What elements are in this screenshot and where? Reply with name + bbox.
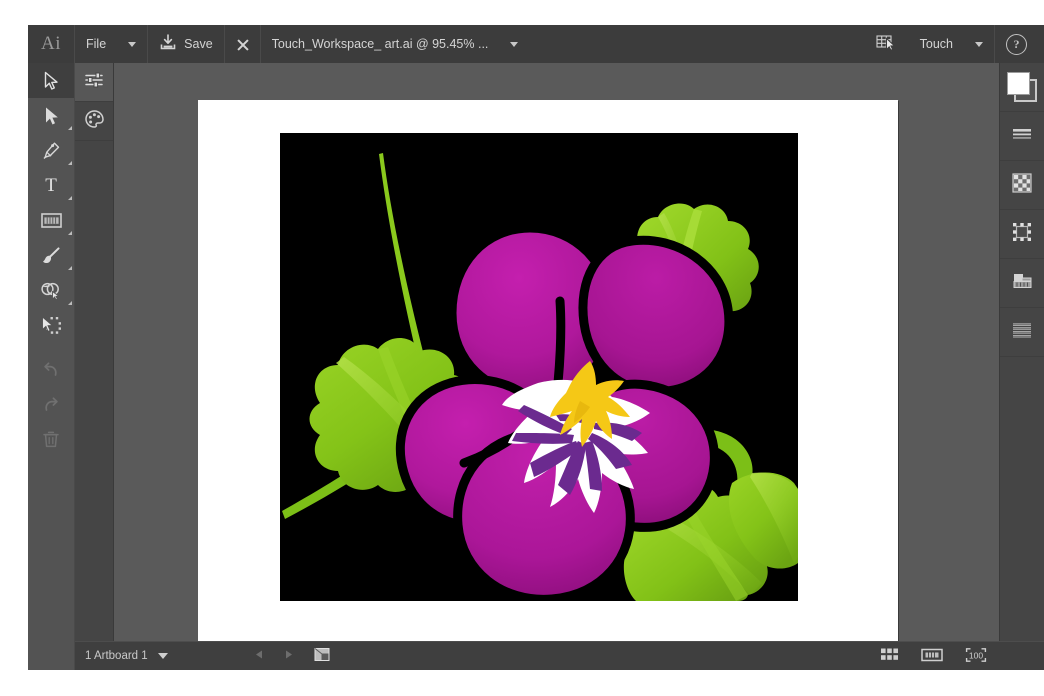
fill-swatch[interactable] xyxy=(1007,72,1030,95)
app-logo: Ai xyxy=(41,33,61,54)
help-button[interactable]: ? xyxy=(995,25,1038,63)
pen-tool[interactable] xyxy=(28,133,74,168)
undo-arrow-icon xyxy=(41,360,61,379)
layers-icon xyxy=(1011,271,1033,296)
stroke-lines-icon xyxy=(1011,126,1033,147)
workspace-caret-button[interactable] xyxy=(964,25,994,63)
trash-icon xyxy=(42,430,60,449)
previous-artboard-button[interactable] xyxy=(245,649,274,663)
transparency-panel-button[interactable] xyxy=(1000,161,1044,210)
artboard-label: 1 Artboard 1 xyxy=(85,650,148,662)
document-title: Touch_Workspace_ art.ai @ 95.45% ... xyxy=(271,37,489,51)
tool-flyout-icon xyxy=(68,301,72,305)
type-icon: T xyxy=(45,175,57,196)
arrow-outline-icon xyxy=(43,71,60,91)
shape-builder-icon xyxy=(40,281,62,300)
triangle-right-icon xyxy=(283,650,294,663)
type-tool[interactable]: T xyxy=(28,168,74,203)
tool-flyout-icon xyxy=(68,231,72,235)
tool-flyout-icon xyxy=(68,126,72,130)
fit-artboard-icon xyxy=(921,647,943,666)
zoom-100-icon: 100 xyxy=(965,647,987,666)
top-menu-bar: Ai File Save Touch_Workspace_ art.ai @ 9… xyxy=(28,25,1044,63)
grid-view-button[interactable] xyxy=(869,647,910,665)
secondary-panel-column xyxy=(75,63,114,670)
artwork-pansy-flower[interactable] xyxy=(280,133,798,601)
status-bar: 1 Artboard 1 100 xyxy=(75,641,1044,670)
free-transform-icon xyxy=(41,316,62,335)
undo-button[interactable] xyxy=(28,352,74,387)
artboard-navigator-icon xyxy=(314,647,330,665)
artboard-selector[interactable]: 1 Artboard 1 xyxy=(75,650,245,662)
close-icon xyxy=(236,38,249,51)
fill-stroke-icon xyxy=(1007,72,1037,102)
workspace-switcher-icon-button[interactable] xyxy=(865,25,909,63)
align-lines-icon xyxy=(1011,321,1033,344)
file-menu-caret-button[interactable] xyxy=(117,25,147,63)
free-transform-tool[interactable] xyxy=(28,308,74,343)
selection-tool[interactable] xyxy=(28,63,74,98)
arrow-solid-icon xyxy=(43,106,60,126)
fit-artboard-button[interactable] xyxy=(910,647,954,666)
delete-button[interactable] xyxy=(28,422,74,457)
paintbrush-icon xyxy=(41,246,61,266)
illustrator-window: Ai File Save Touch_Workspace_ art.ai @ 9… xyxy=(28,25,1044,670)
tool-flyout-icon xyxy=(68,161,72,165)
color-panel-button[interactable] xyxy=(75,102,113,141)
close-document-button[interactable] xyxy=(225,25,260,63)
workspace-switcher-button[interactable]: Touch xyxy=(909,25,964,63)
checkerboard-icon xyxy=(1011,172,1033,199)
stroke-panel-button[interactable] xyxy=(1000,112,1044,161)
right-panel-column xyxy=(999,63,1044,642)
chevron-down-icon xyxy=(128,41,137,47)
tool-flyout-icon xyxy=(68,196,72,200)
chevron-down-icon xyxy=(157,653,168,659)
properties-panel-button[interactable] xyxy=(75,63,113,102)
document-tab[interactable]: Touch_Workspace_ art.ai @ 95.45% ... xyxy=(261,25,500,63)
chevron-down-icon xyxy=(510,41,519,47)
save-icon xyxy=(159,34,177,54)
sliders-icon xyxy=(84,71,104,94)
redo-arrow-icon xyxy=(41,395,61,414)
artboard-tool[interactable] xyxy=(28,203,74,238)
canvas-area[interactable] xyxy=(114,63,1000,642)
align-panel-button[interactable] xyxy=(1000,308,1044,357)
tool-flyout-icon xyxy=(68,266,72,270)
shape-builder-tool[interactable] xyxy=(28,273,74,308)
zoom-level-button[interactable]: 100 xyxy=(954,647,998,666)
file-menu-button[interactable]: File xyxy=(75,25,117,63)
pen-icon xyxy=(41,141,61,161)
save-button[interactable]: Save xyxy=(148,25,224,63)
help-icon: ? xyxy=(1006,33,1027,55)
redo-button[interactable] xyxy=(28,387,74,422)
artboard-options-button[interactable] xyxy=(303,647,341,665)
tool-group-gap xyxy=(28,343,74,352)
file-menu-label: File xyxy=(86,37,107,51)
artboard[interactable] xyxy=(198,100,898,642)
save-label: Save xyxy=(184,37,213,51)
layers-panel-button[interactable] xyxy=(1000,259,1044,308)
direct-selection-tool[interactable] xyxy=(28,98,74,133)
svg-text:100: 100 xyxy=(969,650,983,660)
tools-panel: T xyxy=(28,63,75,670)
grid-icon xyxy=(880,647,899,665)
paintbrush-tool[interactable] xyxy=(28,238,74,273)
transform-handles-icon xyxy=(1011,221,1033,248)
workspace-label: Touch xyxy=(919,37,953,51)
artboard-icon xyxy=(40,212,62,229)
pansy-illustration xyxy=(280,133,798,601)
document-menu-caret-button[interactable] xyxy=(499,25,529,63)
triangle-left-icon xyxy=(254,650,265,663)
color-palette-icon xyxy=(84,109,105,134)
chevron-down-icon xyxy=(975,41,983,47)
transform-panel-button[interactable] xyxy=(1000,210,1044,259)
next-artboard-button[interactable] xyxy=(274,649,303,663)
touch-workspace-icon xyxy=(876,34,898,54)
fill-stroke-swatches[interactable] xyxy=(1000,63,1044,112)
